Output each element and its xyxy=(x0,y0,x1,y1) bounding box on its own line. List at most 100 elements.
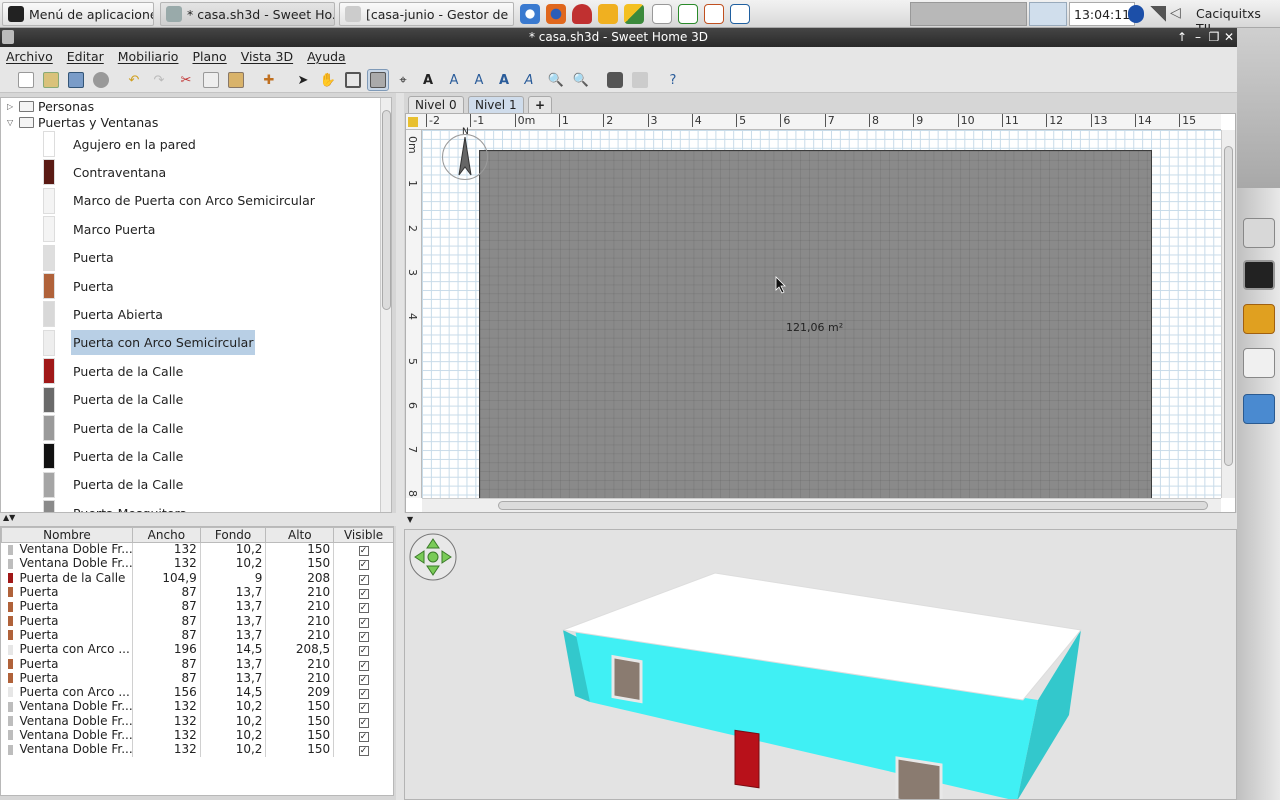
column-visible[interactable]: Visible xyxy=(333,527,393,543)
archive-icon[interactable] xyxy=(1243,304,1275,334)
new-file-icon[interactable] xyxy=(15,69,37,91)
cell-visible[interactable]: ✓ xyxy=(333,599,393,614)
create-photo-icon[interactable] xyxy=(604,69,626,91)
volume-icon[interactable]: ◁ xyxy=(1170,5,1188,23)
visible-checkbox[interactable]: ✓ xyxy=(358,660,369,671)
cell-visible[interactable]: ✓ xyxy=(333,585,393,600)
italic-text-icon[interactable]: A xyxy=(518,69,540,91)
catalog-scroll-thumb[interactable] xyxy=(382,110,391,310)
visible-checkbox[interactable]: ✓ xyxy=(358,746,369,757)
catalog-item[interactable]: Puerta con Arco Semicircular xyxy=(43,329,256,357)
catalog-item[interactable]: Puerta de la Calle xyxy=(43,357,185,385)
wifi-icon[interactable] xyxy=(1150,6,1166,22)
plan-hscroll-thumb[interactable] xyxy=(498,501,1208,510)
open-file-icon[interactable] xyxy=(40,69,62,91)
visible-checkbox[interactable]: ✓ xyxy=(358,617,369,628)
menu-ayuda[interactable]: Ayuda xyxy=(307,49,346,64)
vlc-icon[interactable] xyxy=(572,4,592,24)
terminal-icon[interactable] xyxy=(1243,260,1275,290)
cell-visible[interactable]: ✓ xyxy=(333,656,393,672)
draw-icon[interactable] xyxy=(624,4,644,24)
table-row[interactable]: Ventana Doble Fr... 132 10,2 150 ✓ xyxy=(1,542,393,557)
furniture-catalog-tree[interactable]: ▷ Personas ▽ Puertas y Ventanas Agujero … xyxy=(0,97,392,513)
apps-menu-button[interactable]: Menú de aplicaciones xyxy=(2,2,154,26)
table-row[interactable]: Puerta 87 13,7 210 ✓ xyxy=(1,585,393,600)
task-sweethome[interactable]: * casa.sh3d - Sweet Ho... xyxy=(160,2,335,26)
add-level-button[interactable]: + xyxy=(528,96,553,113)
cell-visible[interactable]: ✓ xyxy=(333,642,393,657)
select-mode-icon[interactable]: ➤ xyxy=(292,69,314,91)
bold-text-icon[interactable]: A xyxy=(493,69,515,91)
create-walls-icon[interactable] xyxy=(342,69,364,91)
catalog-item[interactable]: Puerta Abierta xyxy=(43,300,165,328)
preferences-icon[interactable] xyxy=(90,69,112,91)
visible-checkbox[interactable]: ✓ xyxy=(358,631,369,642)
spreadsheet-icon[interactable] xyxy=(678,4,698,24)
cell-visible[interactable]: ✓ xyxy=(333,685,393,700)
cell-visible[interactable]: ✓ xyxy=(333,542,393,557)
cell-visible[interactable]: ✓ xyxy=(333,728,393,743)
visible-checkbox[interactable]: ✓ xyxy=(358,732,369,742)
table-row[interactable]: Ventana Doble Fr... 132 10,2 150 ✓ xyxy=(1,714,393,729)
cell-visible[interactable]: ✓ xyxy=(333,742,393,757)
writer-icon[interactable] xyxy=(730,4,750,24)
category-personas[interactable]: ▷ Personas xyxy=(7,98,94,114)
catalog-item[interactable]: Puerta de la Calle xyxy=(43,442,185,470)
cell-visible[interactable]: ✓ xyxy=(333,714,393,729)
text-style-icon[interactable]: A xyxy=(443,69,465,91)
table-row[interactable]: Puerta 87 13,7 210 ✓ xyxy=(1,599,393,614)
catalog-item[interactable]: Marco de Puerta con Arco Semicircular xyxy=(43,187,317,215)
plan-vscrollbar[interactable] xyxy=(1221,130,1235,498)
visible-checkbox[interactable]: ✓ xyxy=(358,646,369,657)
add-text-icon[interactable]: A xyxy=(417,69,439,91)
table-row[interactable]: Puerta 87 13,7 210 ✓ xyxy=(1,656,393,672)
left-splitter[interactable]: ▲▼ xyxy=(0,513,400,526)
catalog-item[interactable]: Puerta de la Calle xyxy=(43,471,185,499)
visible-checkbox[interactable]: ✓ xyxy=(358,689,369,700)
create-dimensions-icon[interactable]: ⌖ xyxy=(392,69,414,91)
maximize-icon[interactable]: ❐ xyxy=(1206,28,1222,47)
table-row[interactable]: Ventana Doble Fr... 132 10,2 150 ✓ xyxy=(1,742,393,757)
table-row[interactable]: Ventana Doble Fr... 132 10,2 150 ✓ xyxy=(1,556,393,572)
column-fondo[interactable]: Fondo xyxy=(199,527,267,543)
create-rooms-icon[interactable] xyxy=(367,69,389,91)
paste-icon[interactable] xyxy=(225,69,247,91)
workspace-switcher[interactable] xyxy=(910,2,1027,26)
table-row[interactable]: Puerta de la Calle 104,9 9 208 ✓ xyxy=(1,571,393,586)
task-file-manager[interactable]: [casa-junio - Gestor de ... xyxy=(339,2,514,26)
splitter-arrows-icon[interactable]: ▼ xyxy=(407,515,413,524)
visible-checkbox[interactable]: ✓ xyxy=(358,546,369,557)
right-splitter[interactable]: ▼ xyxy=(404,513,1237,529)
3d-scene[interactable] xyxy=(405,530,1237,800)
minimize-icon[interactable]: – xyxy=(1190,28,1206,47)
catalog-scrollbar[interactable] xyxy=(380,98,391,512)
plan-view[interactable]: -2 -1 0m 1 2 3 4 5 6 7 8 9 10 11 12 13 14 15 0m 1 2 3 4 5 6 7 8 1… xyxy=(405,113,1236,513)
redo-icon[interactable]: ↷ xyxy=(148,69,170,91)
column-ancho[interactable]: Ancho xyxy=(131,527,201,543)
3d-view[interactable] xyxy=(404,529,1237,800)
collapse-icon[interactable]: ▽ xyxy=(7,118,15,127)
document-icon[interactable] xyxy=(652,4,672,24)
catalog-item[interactable]: Puerta xyxy=(43,272,116,300)
cut-icon[interactable]: ✂ xyxy=(175,69,197,91)
menu-mobiliario[interactable]: Mobiliario xyxy=(118,49,179,64)
table-row[interactable]: Ventana Doble Fr... 132 10,2 150 ✓ xyxy=(1,728,393,743)
zoom-in-icon[interactable]: 🔍 xyxy=(545,69,567,91)
pin-icon[interactable]: ↑ xyxy=(1174,28,1190,47)
catalog-item[interactable]: Agujero en la pared xyxy=(43,130,198,158)
cell-visible[interactable]: ✓ xyxy=(333,628,393,643)
catalog-item[interactable]: Contraventana xyxy=(43,158,168,186)
compass[interactable]: N xyxy=(442,127,488,180)
save-icon[interactable] xyxy=(65,69,87,91)
catalog-item[interactable]: Puerta de la Calle xyxy=(43,414,185,442)
cell-visible[interactable]: ✓ xyxy=(333,571,393,586)
printer-icon[interactable] xyxy=(1243,218,1275,248)
table-row[interactable]: Puerta con Arco ... 156 14,5 209 ✓ xyxy=(1,685,393,700)
network-tray-icon[interactable] xyxy=(1029,2,1067,26)
plan-vscroll-thumb[interactable] xyxy=(1224,146,1233,466)
column-alto[interactable]: Alto xyxy=(265,527,335,543)
plan-canvas[interactable]: 121,06 m² N xyxy=(422,127,1221,510)
cell-visible[interactable]: ✓ xyxy=(333,699,393,715)
table-row[interactable]: Puerta 87 13,7 210 ✓ xyxy=(1,628,393,643)
furniture-list-table[interactable]: Nombre Ancho Fondo Alto Visible Ventana … xyxy=(0,526,394,796)
